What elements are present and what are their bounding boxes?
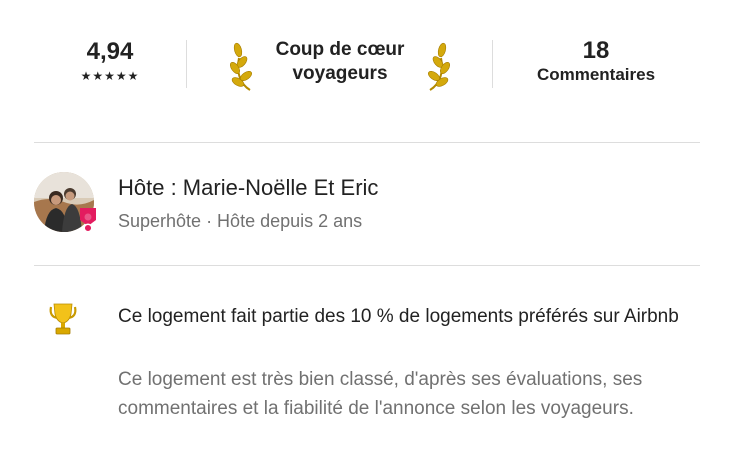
highlight-description: Ce logement est très bien classé, d'aprè… <box>118 369 643 419</box>
section-divider <box>34 142 700 143</box>
reviews-label: Commentaires <box>536 65 656 84</box>
trophy-icon <box>49 303 77 335</box>
rating-stat[interactable]: 4,94 ★★★★★ <box>34 28 186 100</box>
host-section: Hôte : Marie-Noëlle Et Eric Superhôte · … <box>34 172 700 232</box>
reviews-count: 18 <box>582 37 610 64</box>
listing-stats-bar: 4,94 ★★★★★ Coup de cœur voyageurs 18 Com… <box>34 28 700 100</box>
rating-stars: ★★★★★ <box>80 69 140 83</box>
guest-favorite-label: Coup de cœur voyageurs <box>275 39 405 84</box>
superhost-badge-icon <box>80 208 96 232</box>
host-name[interactable]: Hôte : Marie-Noëlle Et Eric <box>118 174 378 202</box>
section-divider <box>34 265 700 266</box>
laurel-left-icon <box>230 42 252 91</box>
highlight-title: Ce logement fait partie des 10 % de loge… <box>118 306 679 327</box>
guest-favorite-stat: Coup de cœur voyageurs <box>186 28 492 100</box>
top-listing-highlight: Ce logement fait partie des 10 % de loge… <box>34 300 700 460</box>
reviews-stat[interactable]: 18 Commentaires <box>492 28 700 100</box>
laurel-right-icon <box>428 42 450 91</box>
host-subtitle: Superhôte · Hôte depuis 2 ans <box>118 211 363 231</box>
rating-value: 4,94 <box>86 38 134 65</box>
